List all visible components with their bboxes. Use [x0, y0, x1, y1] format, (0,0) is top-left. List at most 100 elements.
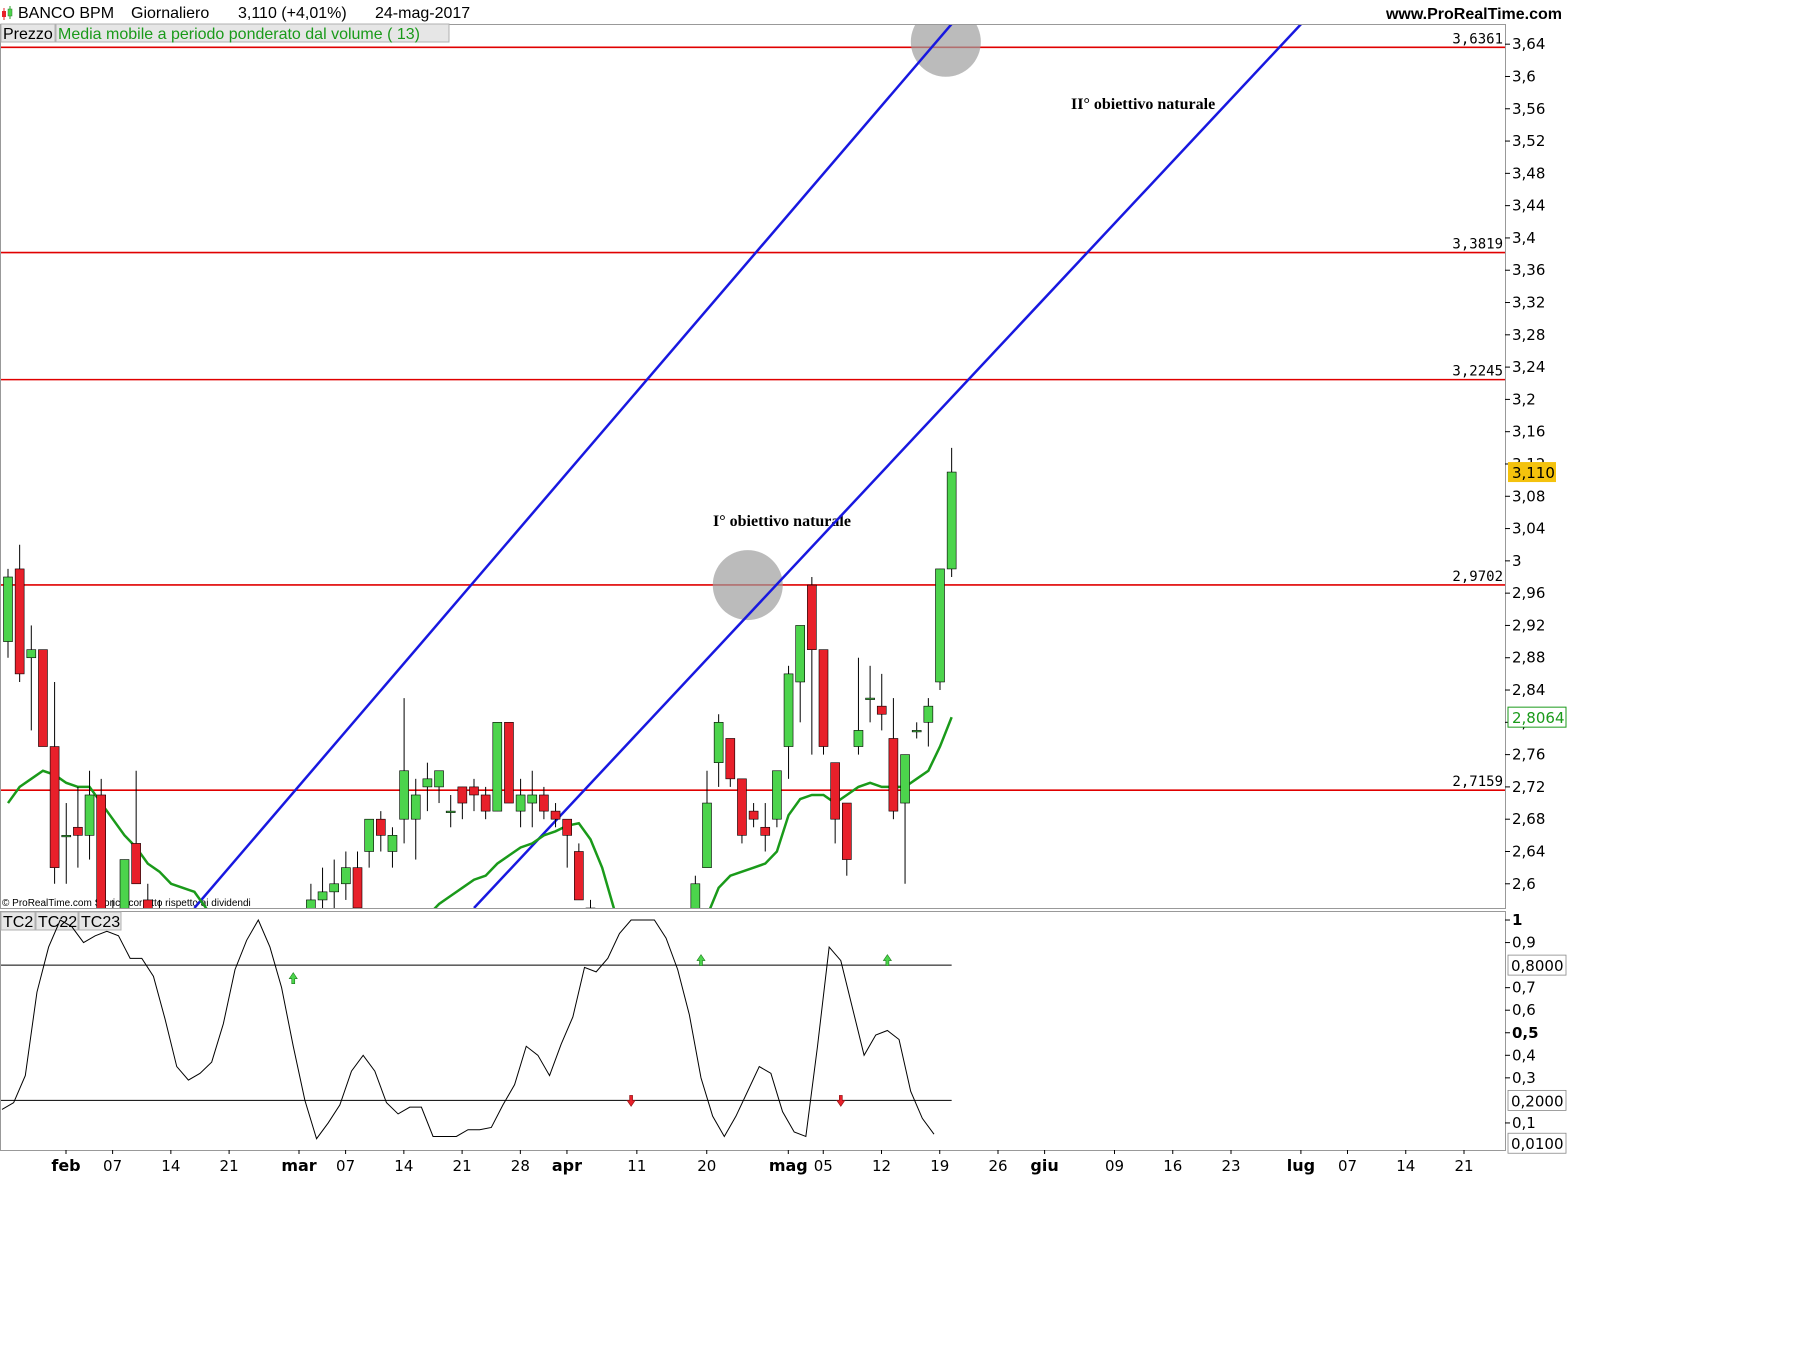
candle [14, 544, 25, 682]
level-label: 2,9702 [1452, 569, 1503, 585]
candle-body [387, 835, 398, 852]
y-tick-label: 2,84 [1512, 681, 1545, 699]
candle [480, 786, 491, 820]
y-tick-label: 3,28 [1512, 326, 1545, 344]
candle [841, 802, 852, 876]
indicator-tab[interactable]: Media mobile a periodo ponderato dal vol… [58, 26, 420, 43]
osc-tab-3[interactable]: TC23 [81, 914, 120, 931]
candle [702, 770, 712, 868]
x-tick-label: 16 [1163, 1157, 1182, 1175]
candle-body [469, 786, 479, 796]
candle [260, 948, 269, 996]
candles-icon [2, 6, 13, 20]
candle-body [178, 948, 187, 964]
candle-body [96, 794, 106, 908]
osc-tick-label: 0,3 [1512, 1069, 1536, 1087]
candle-body [38, 649, 48, 747]
x-tick-label: 14 [394, 1157, 413, 1175]
candle-body [131, 843, 141, 885]
osc-tick-label: 1 [1512, 911, 1522, 929]
x-tick-label: 19 [930, 1157, 949, 1175]
candle-body [725, 738, 736, 780]
candle [737, 778, 747, 844]
y-tick-label: 3,44 [1512, 197, 1545, 215]
x-tick-label: feb [51, 1156, 80, 1175]
candle-body [911, 730, 922, 733]
candle [888, 698, 899, 820]
candle-body [713, 722, 724, 763]
candle-body [480, 794, 491, 812]
y-tick-label: 3 [1512, 552, 1522, 570]
osc-tick-label: 0,4 [1512, 1046, 1536, 1064]
x-tick-label: 05 [814, 1157, 833, 1175]
candle [492, 722, 503, 812]
ma-value-label: 2,8064 [1512, 709, 1565, 727]
osc-tick-label: 0,9 [1512, 934, 1536, 952]
y-tick-label: 3,52 [1512, 132, 1545, 150]
candle [49, 681, 60, 884]
candle-body [434, 770, 444, 788]
x-tick-label: mar [281, 1156, 316, 1175]
site-url: www.ProRealTime.com [1385, 6, 1562, 23]
osc-tick-label: 0,5 [1512, 1024, 1539, 1042]
candle-body [876, 705, 887, 715]
y-tick-label: 3,16 [1512, 423, 1545, 441]
candle [598, 932, 607, 972]
x-tick-label: 09 [1105, 1157, 1124, 1175]
candle-body [375, 818, 386, 836]
candle [352, 851, 363, 908]
candle [562, 818, 573, 868]
x-tick-label: 14 [161, 1157, 180, 1175]
candle-body [445, 810, 456, 813]
y-tick-label: 2,64 [1512, 842, 1545, 860]
candle [539, 786, 549, 820]
legend-tabs[interactable]: Prezzo Media mobile a periodo ponderato … [0, 23, 450, 43]
candle-body [202, 981, 211, 983]
moving-average-line [6, 716, 953, 908]
price-tab[interactable]: Prezzo [3, 26, 53, 43]
candle-body [213, 989, 222, 997]
candle-body [795, 625, 806, 683]
oscillator-panel-frame [0, 911, 1506, 1151]
oscillator-tabs[interactable]: TC2 TC22 TC23 [0, 911, 122, 931]
candle [818, 649, 829, 755]
target-circle [712, 550, 783, 621]
price-chart: BANCO BPM Giornaliero 3,110 (+4,01%) 24-… [0, 5, 1567, 1175]
candle-body [341, 867, 351, 885]
candle-body [818, 649, 829, 747]
candle [621, 965, 630, 997]
candle-body [26, 649, 37, 659]
y-tick-label: 3,08 [1512, 487, 1545, 505]
candle [900, 754, 910, 884]
candle-body [492, 722, 503, 812]
last-price-label: 3,110 [1512, 464, 1555, 482]
candle [772, 770, 782, 828]
x-tick-label: 26 [988, 1157, 1007, 1175]
chart-header: BANCO BPM Giornaliero 3,110 (+4,01%) 24-… [2, 5, 1562, 23]
osc-tick-label: 0,6 [1512, 1001, 1536, 1019]
candle [341, 851, 351, 900]
candle [306, 883, 316, 908]
osc-level-label: 0,2000 [1511, 1092, 1564, 1110]
candle-body [248, 981, 257, 989]
candle [445, 794, 456, 828]
x-tick-label: lug [1287, 1156, 1315, 1175]
candle [202, 948, 211, 996]
x-tick-label: apr [552, 1156, 582, 1175]
chart-date: 24-mag-2017 [375, 5, 470, 22]
candle-body [633, 981, 642, 989]
candle [876, 673, 887, 731]
candle [96, 778, 106, 908]
price-change: 3,110 (+4,01%) [238, 5, 347, 22]
candle [830, 762, 840, 844]
candle-body [807, 584, 817, 650]
candle-body [61, 835, 72, 838]
osc-tab-2[interactable]: TC22 [38, 914, 77, 931]
candle-body [306, 899, 316, 908]
candle-body [923, 705, 934, 723]
osc-bottom-label: 0,0100 [1511, 1135, 1564, 1153]
candle-body [49, 746, 60, 868]
osc-tab-1[interactable]: TC2 [3, 914, 33, 931]
candle [690, 875, 701, 908]
x-tick-label: 21 [220, 1157, 239, 1175]
